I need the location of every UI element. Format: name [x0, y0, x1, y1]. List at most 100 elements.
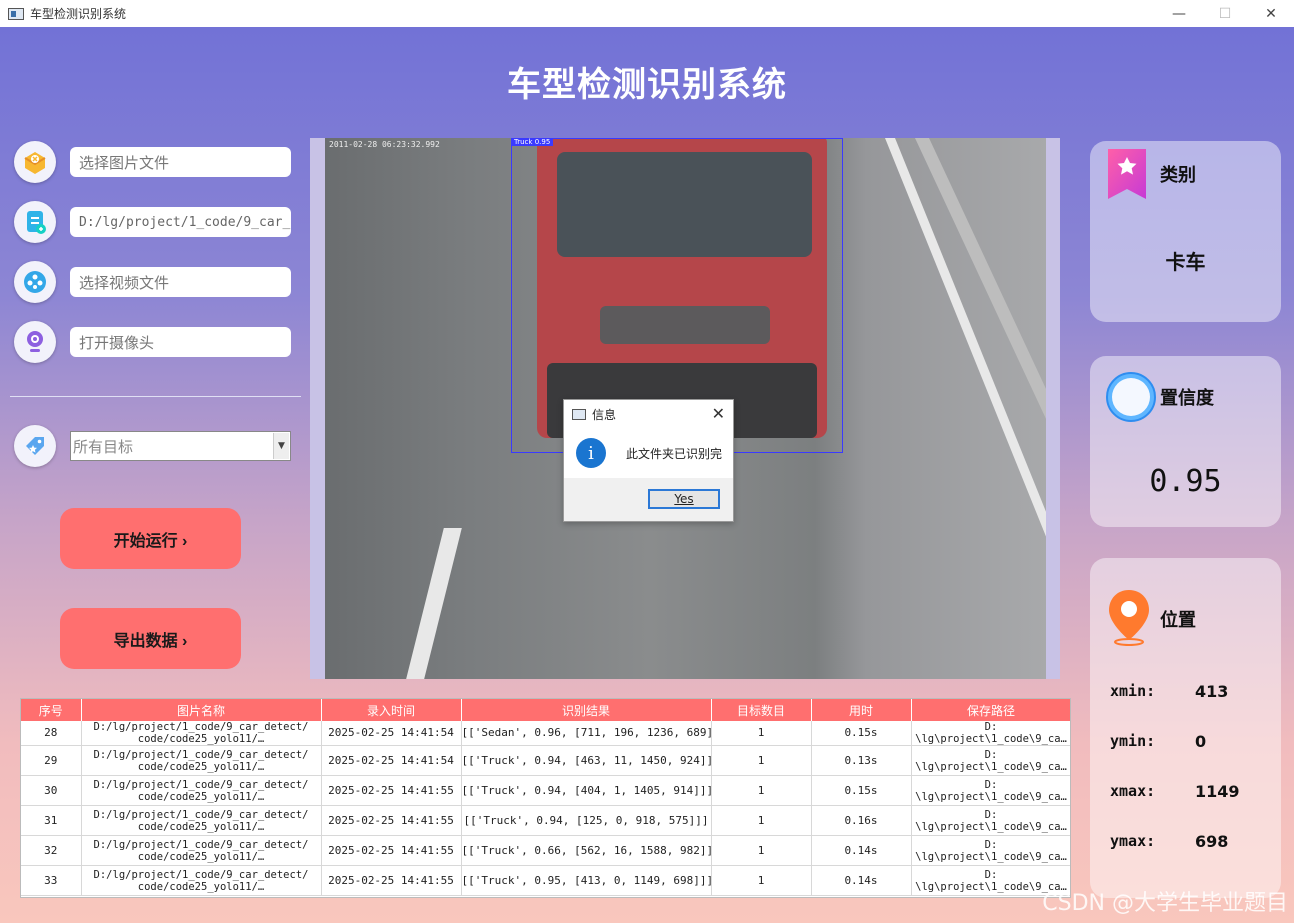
col-header-path[interactable]: 保存路径: [911, 699, 1070, 721]
main-area: 车型检测识别系统 选择图片文件 D:/lg/project/1_code/9_c…: [0, 27, 1294, 923]
confidence-card: 置信度 0.95: [1090, 356, 1281, 527]
category-card: 类别 卡车: [1090, 141, 1281, 322]
cell-elapsed: 0.14s: [811, 865, 912, 896]
cell-id: 31: [21, 805, 82, 836]
col-header-elapsed[interactable]: 用时: [811, 699, 912, 721]
cell-count: 1: [711, 865, 812, 896]
info-dialog: 信息 ✕ i 此文件夹已识别完 Yes: [563, 399, 734, 522]
cell-count: 1: [711, 805, 812, 836]
image-folder-icon[interactable]: [14, 141, 56, 183]
app-icon: [8, 7, 24, 20]
dialog-body: i 此文件夹已识别完: [564, 428, 733, 478]
col-header-name[interactable]: 图片名称: [81, 699, 322, 721]
window-titlebar: 车型检测识别系统 — ☐ ✕: [0, 0, 1294, 27]
cell-name: D:/lg/project/1_code/9_car_detect/ code/…: [81, 745, 322, 776]
position-card: 位置 xmin: 413 ymin: 0 xmax: 1149 ymax: 69…: [1090, 558, 1281, 898]
camera-icon[interactable]: [14, 321, 56, 363]
dialog-yes-button[interactable]: Yes: [648, 489, 720, 509]
cell-id: 30: [21, 775, 82, 806]
table-row[interactable]: 31 D:/lg/project/1_code/9_car_detect/ co…: [21, 805, 1070, 836]
cell-id: 28: [21, 721, 82, 746]
image-timestamp: 2011-02-28 06:23:32.992: [329, 140, 440, 149]
target-select[interactable]: 所有目标 ▼: [70, 431, 291, 461]
xmax-value: 1149: [1195, 782, 1240, 801]
table-header-row: 序号 图片名称 录入时间 识别结果 目标数目 用时 保存路径: [21, 699, 1070, 721]
camera-input[interactable]: 打开摄像头: [70, 327, 291, 357]
cell-count: 1: [711, 721, 812, 746]
video-file-input[interactable]: 选择视频文件: [70, 267, 291, 297]
cell-result: [['Truck', 0.95, [413, 0, 1149, 698]]]: [461, 865, 712, 896]
cell-path: D: \lg\project\1_code\9_ca…: [911, 835, 1070, 866]
folder-path-row: D:/lg/project/1_code/9_car_: [14, 201, 291, 243]
cell-name: D:/lg/project/1_code/9_car_detect/ code/…: [81, 865, 322, 896]
tag-icon: [14, 425, 56, 467]
target-select-row: 所有目标 ▼: [14, 425, 291, 467]
chevron-down-icon[interactable]: ▼: [273, 433, 289, 459]
watermark: CSDN @大学生毕业题目: [1042, 891, 1288, 916]
dialog-header: 信息 ✕: [564, 400, 733, 428]
cell-time: 2025-02-25 14:41:55: [321, 805, 462, 836]
cell-path: D: \lg\project\1_code\9_ca…: [911, 805, 1070, 836]
document-icon[interactable]: [14, 201, 56, 243]
col-header-id[interactable]: 序号: [21, 699, 82, 721]
col-header-time[interactable]: 录入时间: [321, 699, 462, 721]
cell-time: 2025-02-25 14:41:55: [321, 775, 462, 806]
folder-path-field[interactable]: D:/lg/project/1_code/9_car_: [70, 207, 291, 237]
category-value: 卡车: [1165, 250, 1206, 274]
cell-name: D:/lg/project/1_code/9_car_detect/ code/…: [81, 835, 322, 866]
ymax-value: 698: [1195, 832, 1229, 851]
cell-count: 1: [711, 835, 812, 866]
minimize-button[interactable]: —: [1156, 0, 1202, 27]
maximize-button[interactable]: ☐: [1202, 0, 1248, 27]
cell-elapsed: 0.15s: [811, 721, 912, 746]
table-row[interactable]: 28 D:/lg/project/1_code/9_car_detect/ co…: [21, 721, 1070, 746]
cell-time: 2025-02-25 14:41:54: [321, 745, 462, 776]
cell-path: D: \lg\project\1_code\9_ca…: [911, 775, 1070, 806]
xmin-value: 413: [1195, 682, 1229, 701]
dialog-close-button[interactable]: ✕: [712, 404, 725, 423]
image-file-row: 选择图片文件: [14, 141, 291, 183]
xmax-row: xmax: 1149: [1110, 782, 1240, 801]
cell-count: 1: [711, 745, 812, 776]
cell-result: [['Truck', 0.94, [125, 0, 918, 575]]]: [461, 805, 712, 836]
dialog-app-icon: [572, 408, 586, 420]
ymax-row: ymax: 698: [1110, 832, 1228, 851]
confidence-value: 0.95: [1149, 464, 1222, 499]
cell-elapsed: 0.14s: [811, 835, 912, 866]
table-row[interactable]: 33 D:/lg/project/1_code/9_car_detect/ co…: [21, 865, 1070, 896]
cell-result: [['Truck', 0.94, [463, 11, 1450, 924]]]: [461, 745, 712, 776]
cell-result: [['Truck', 0.94, [404, 1, 1405, 914]]]: [461, 775, 712, 806]
xmin-label: xmin:: [1110, 682, 1156, 700]
confidence-ring-icon: [1104, 370, 1158, 428]
col-header-result[interactable]: 识别结果: [461, 699, 712, 721]
video-icon[interactable]: [14, 261, 56, 303]
cell-elapsed: 0.15s: [811, 775, 912, 806]
cell-count: 1: [711, 775, 812, 806]
camera-row: 打开摄像头: [14, 321, 291, 363]
cell-elapsed: 0.13s: [811, 745, 912, 776]
start-button[interactable]: 开始运行 ›: [60, 508, 241, 569]
dialog-message: 此文件夹已识别完: [626, 446, 723, 461]
results-table[interactable]: 序号 图片名称 录入时间 识别结果 目标数目 用时 保存路径 28 D:/lg/…: [20, 698, 1071, 898]
window-title: 车型检测识别系统: [30, 7, 127, 21]
table-row[interactable]: 29 D:/lg/project/1_code/9_car_detect/ co…: [21, 745, 1070, 776]
close-button[interactable]: ✕: [1248, 0, 1294, 27]
location-pin-icon: [1104, 586, 1154, 650]
cell-time: 2025-02-25 14:41:54: [321, 721, 462, 746]
table-row[interactable]: 32 D:/lg/project/1_code/9_car_detect/ co…: [21, 835, 1070, 866]
cell-time: 2025-02-25 14:41:55: [321, 865, 462, 896]
video-file-row: 选择视频文件: [14, 261, 291, 303]
ymin-value: 0: [1195, 732, 1207, 751]
cell-name: D:/lg/project/1_code/9_car_detect/ code/…: [81, 805, 322, 836]
cell-path: D: \lg\project\1_code\9_ca…: [911, 721, 1070, 746]
xmin-row: xmin: 413: [1110, 682, 1228, 701]
cell-result: [['Sedan', 0.96, [711, 196, 1236, 689]]]: [461, 721, 712, 746]
position-label: 位置: [1160, 610, 1196, 631]
cell-elapsed: 0.16s: [811, 805, 912, 836]
export-button[interactable]: 导出数据 ›: [60, 608, 241, 669]
col-header-count[interactable]: 目标数目: [711, 699, 812, 721]
table-row[interactable]: 30 D:/lg/project/1_code/9_car_detect/ co…: [21, 775, 1070, 806]
ymin-row: ymin: 0: [1110, 732, 1206, 751]
image-file-input[interactable]: 选择图片文件: [70, 147, 291, 177]
cell-time: 2025-02-25 14:41:55: [321, 835, 462, 866]
